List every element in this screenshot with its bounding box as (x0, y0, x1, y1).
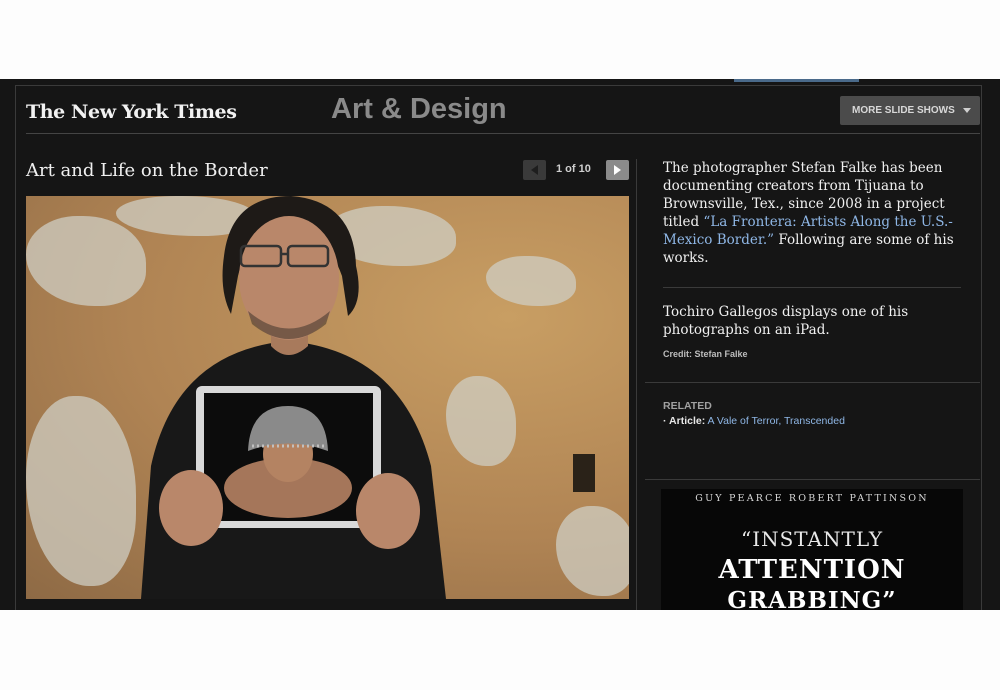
section-title: Art & Design (331, 93, 507, 125)
ad-quote-line-2: ATTENTION (718, 555, 906, 585)
more-slideshows-label: MORE SLIDE SHOWS (852, 105, 955, 116)
sidebar-divider (645, 479, 980, 480)
ad-actors: GUY PEARCE ROBERT PATTINSON (695, 493, 929, 504)
slide-counter: 1 of 10 (556, 163, 591, 175)
ad-quote-line-1: “INSTANTLY (740, 527, 884, 551)
header-divider (26, 133, 980, 134)
next-arrow-icon (614, 165, 621, 175)
photo-credit: Credit: Stefan Falke (663, 349, 748, 359)
sidebar-divider (645, 382, 980, 383)
dropdown-caret-icon (962, 108, 971, 113)
slideshow-viewer: The New York Times Art & Design MORE SLI… (0, 79, 1000, 610)
column-divider (636, 159, 637, 610)
next-slide-button[interactable] (606, 160, 629, 180)
slideshow-title: Art and Life on the Border (26, 160, 268, 181)
prev-slide-button[interactable] (523, 160, 546, 180)
nyt-logo[interactable]: The New York Times (26, 101, 237, 123)
related-article-prefix: · Article: (663, 415, 706, 427)
top-tab-indicator (734, 79, 859, 82)
slideshow-intro: The photographer Stefan Falke has been d… (663, 159, 963, 267)
ad-quote-line-3: GRABBING” (727, 587, 897, 610)
related-article-link[interactable]: A Vale of Terror, Transcended (708, 415, 845, 427)
advertisement[interactable]: GUY PEARCE ROBERT PATTINSON “INSTANTLY A… (661, 489, 963, 610)
related-article: · Article: A Vale of Terror, Transcended (663, 415, 845, 427)
more-slideshows-button[interactable]: MORE SLIDE SHOWS (840, 96, 980, 125)
slide-photo[interactable] (26, 196, 629, 599)
prev-arrow-icon (531, 165, 538, 175)
sidebar-divider (663, 287, 961, 288)
photo-subject (141, 196, 595, 599)
photo-caption: Tochiro Gallegos displays one of his pho… (663, 304, 909, 338)
related-heading: RELATED (663, 400, 712, 412)
